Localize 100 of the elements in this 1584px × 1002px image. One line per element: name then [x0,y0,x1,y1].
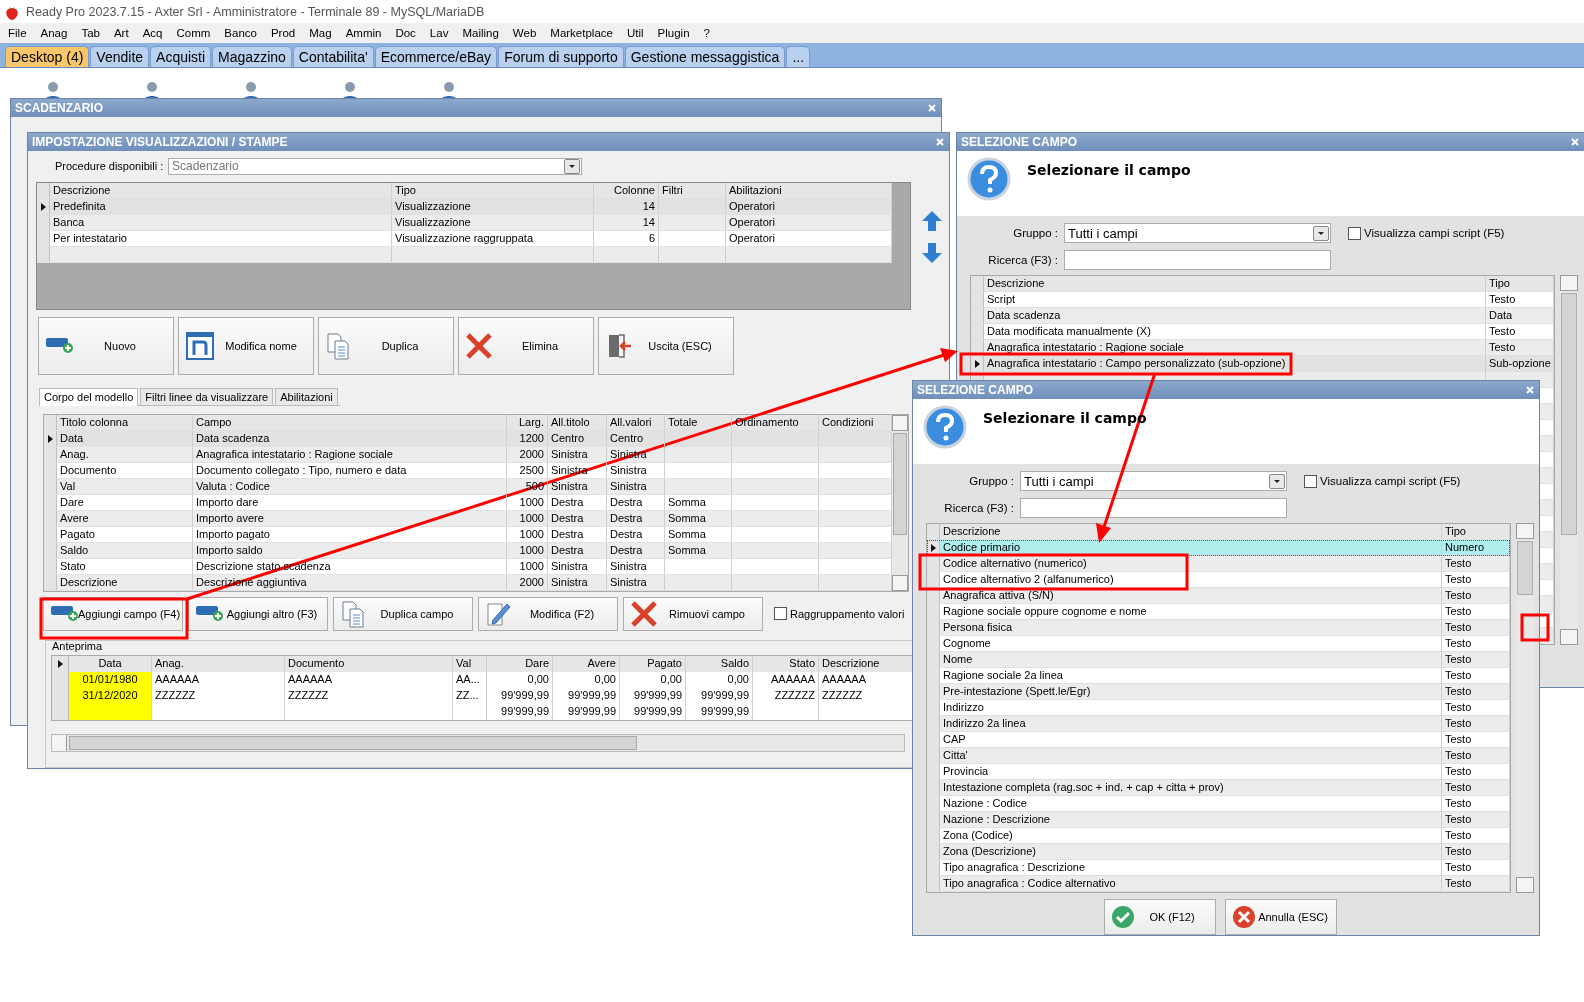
table-row[interactable]: Nazione : Descrizione Testo [927,812,1510,828]
scrollbar[interactable] [892,414,908,591]
dropdown-button[interactable] [564,158,580,174]
tab[interactable]: Ecommerce/eBay [374,46,498,67]
tab[interactable]: Desktop (4) [5,46,90,67]
table-row[interactable]: Anagrafica intestatario : Campo personalizzato (sub-opzione) Sub-opzione [971,356,1554,372]
column-header[interactable]: Campo [193,414,507,430]
table-row[interactable]: Codice primario Numero [927,540,1510,556]
table-row[interactable]: Nome Testo [927,652,1510,668]
column-header[interactable]: Saldo [686,655,753,672]
table-row[interactable]: Anagrafica intestatario : Ragione sociale Testo [971,340,1554,356]
table-row[interactable]: Zona (Descrizione) Testo [927,844,1510,860]
button[interactable]: Modifica nome [178,316,314,375]
scroll-thumb[interactable] [1517,541,1533,595]
column-header[interactable]: Descrizione [984,276,1486,291]
menu-item[interactable]: Marketplace [544,27,621,39]
tab[interactable]: ... [786,46,811,67]
checkbox[interactable] [1348,226,1361,240]
menu-item[interactable]: Comm [170,27,219,39]
menu-item[interactable]: Mag [303,27,340,39]
tab[interactable]: Filtri linee da visualizzare [140,387,274,405]
table-row[interactable]: Citta' Testo [927,748,1510,764]
scroll-down-button[interactable] [1516,877,1534,893]
close-button[interactable] [1525,385,1535,395]
tab[interactable]: Corpo del modello [39,387,139,406]
column-header[interactable]: Avere [553,655,620,672]
menu-item[interactable]: Util [620,27,652,39]
menu-item[interactable]: Ammin [339,27,390,39]
column-header[interactable]: Tipo [1486,276,1554,291]
scroll-up-button[interactable] [892,414,908,431]
button[interactable]: Modifica (F2) [478,596,618,631]
checkbox[interactable] [774,607,787,621]
table-row[interactable]: Tipo anagrafica : Codice alternativo Testo [927,876,1510,892]
column-header[interactable]: Titolo colonna [57,414,193,430]
column-header[interactable]: Tipo [1442,524,1510,539]
column-header[interactable]: Filtri [659,182,726,198]
button[interactable]: Duplica campo [333,596,473,631]
scroll-left-button[interactable] [52,734,67,751]
scroll-down-button[interactable] [892,574,908,591]
table-row[interactable]: Ragione sociale oppure cognome e nome Testo [927,604,1510,620]
menu-item[interactable]: Plugin [651,27,698,39]
button[interactable]: Uscita (ESC) [598,316,734,375]
menu-item[interactable]: Web [506,27,545,39]
tab[interactable]: Contabilita' [292,46,374,67]
menu-item[interactable]: ? [697,27,718,39]
scrollbar[interactable] [1516,523,1534,893]
table-row[interactable]: CAP Testo [927,732,1510,748]
menu-item[interactable]: File [2,27,35,39]
close-button[interactable] [1570,137,1580,147]
column-header[interactable]: Val [453,655,487,672]
button[interactable]: Annulla (ESC) [1225,899,1337,935]
table-row[interactable]: Data modificata manualmente (X) Testo [971,324,1554,340]
column-header[interactable]: Colonne [594,182,659,198]
scroll-down-button[interactable] [1560,629,1578,645]
menu-item[interactable]: Banco [218,27,265,39]
dropdown-field[interactable]: Tutti i campi [1020,471,1287,491]
column-header[interactable]: Stato [753,655,819,672]
tab[interactable]: Magazzino [212,46,292,67]
table-row[interactable]: Script Testo [971,292,1554,308]
menu-item[interactable]: Art [107,27,137,39]
tab[interactable]: Acquisti [150,46,212,67]
menu-item[interactable]: Acq [136,27,171,39]
column-header[interactable]: All.valori [607,414,665,430]
table-row[interactable]: Tipo anagrafica : Descrizione Testo [927,860,1510,876]
table-row[interactable]: Provincia Testo [927,764,1510,780]
table-row[interactable]: Indirizzo 2a linea Testo [927,716,1510,732]
column-header[interactable]: Anag. [152,655,285,672]
checkbox[interactable] [1304,474,1317,488]
table-row[interactable]: Nazione : Codice Testo [927,796,1510,812]
scrollbar[interactable] [1560,275,1578,645]
scroll-up-button[interactable] [1560,275,1578,291]
dropdown-button[interactable] [1269,473,1285,489]
close-button[interactable] [927,103,937,113]
button[interactable]: Duplica [318,316,454,375]
tab[interactable]: Vendite [90,46,150,67]
scroll-up-button[interactable] [1516,523,1534,539]
column-header[interactable]: Descrizione [50,182,392,198]
tab[interactable]: Gestione messaggistica [624,46,786,67]
button[interactable]: Nuovo [38,316,174,375]
scroll-thumb[interactable] [69,735,637,750]
menu-item[interactable]: Mailing [456,27,507,39]
table-row[interactable]: Cognome Testo [927,636,1510,652]
scroll-thumb[interactable] [893,432,907,535]
tab[interactable]: Abilitazioni [275,387,338,405]
column-header[interactable]: All.titolo [548,414,607,430]
dropdown-field[interactable]: Scadenzario [168,157,582,175]
move-down-button[interactable] [921,241,943,264]
table-row[interactable]: Codice alternativo 2 (alfanumerico) Testo [927,572,1510,588]
close-button[interactable] [935,137,945,147]
column-header[interactable]: Larg. [507,414,548,430]
search-field[interactable] [1020,498,1287,518]
table-row[interactable]: Persona fisica Testo [927,620,1510,636]
menu-item[interactable]: Lav [423,27,457,39]
menu-item[interactable]: Prod [264,27,304,39]
column-header[interactable]: Documento [285,655,453,672]
column-header[interactable]: Dare [487,655,553,672]
table-row[interactable]: Data scadenza Data [971,308,1554,324]
column-header[interactable]: Tipo [392,182,594,198]
search-field[interactable] [1064,250,1331,270]
scroll-thumb[interactable] [1561,293,1577,535]
